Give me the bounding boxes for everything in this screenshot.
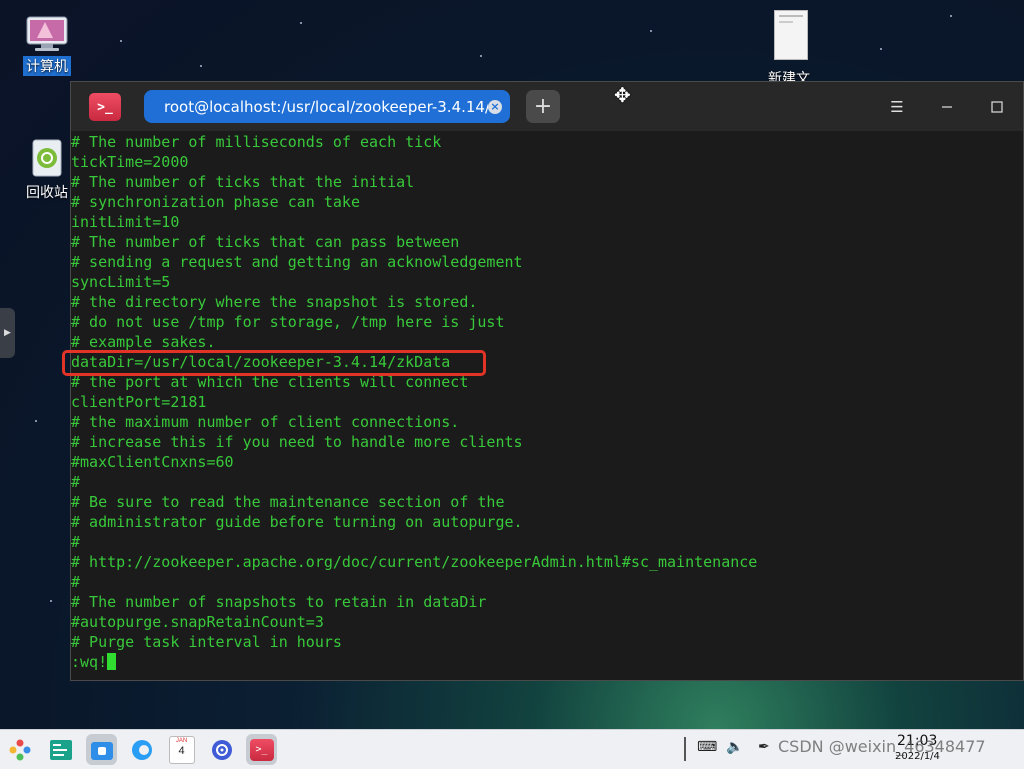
terminal-window[interactable]: >_ root@localhost:/usr/local/zookeeper-3… (70, 81, 1024, 681)
multitask-icon[interactable] (45, 734, 76, 765)
browser-icon[interactable] (126, 734, 157, 765)
recycle-bin-label: 回收站 (26, 185, 68, 201)
terminal-output[interactable]: # The number of milliseconds of each tic… (71, 131, 1023, 680)
terminal-line: # The number of snapshots to retain in d… (71, 592, 1023, 612)
terminal-line: clientPort=2181 (71, 392, 1023, 412)
star (300, 22, 302, 24)
tab-title: root@localhost:/usr/local/zookeeper-3.4.… (164, 97, 488, 116)
keyboard-icon[interactable]: ⌨ (697, 739, 717, 755)
terminal-line-text: # (71, 533, 81, 551)
terminal-line-text: # (71, 473, 81, 491)
terminal-line: # example sakes. (71, 332, 1023, 352)
terminal-line-text: # administrator guide before turning on … (71, 513, 523, 531)
terminal-tab[interactable]: root@localhost:/usr/local/zookeeper-3.4.… (144, 90, 510, 123)
text-cursor (107, 653, 117, 670)
star (650, 30, 652, 32)
terminal-line: # sending a request and getting an ackno… (71, 252, 1023, 272)
star (35, 420, 37, 422)
terminal-line: # The number of ticks that can pass betw… (71, 232, 1023, 252)
terminal-line: # Be sure to read the maintenance sectio… (71, 492, 1023, 512)
terminal-line-text: # do not use /tmp for storage, /tmp here… (71, 313, 505, 331)
terminal-line-text: # sending a request and getting an ackno… (71, 253, 523, 271)
star (950, 15, 952, 17)
terminal-line: # (71, 532, 1023, 552)
terminal-line: :wq! (71, 652, 1023, 672)
terminal-line: # do not use /tmp for storage, /tmp here… (71, 312, 1023, 332)
calendar-day: 4 (178, 744, 185, 757)
terminal-line: # increase this if you need to handle mo… (71, 432, 1023, 452)
terminal-line-text: :wq! (71, 653, 108, 671)
computer-label: 计算机 (23, 56, 71, 76)
start-menu-icon[interactable] (4, 734, 35, 765)
new-tab-button[interactable]: + (526, 90, 560, 123)
tab-close-icon[interactable]: × (488, 100, 502, 114)
terminal-line: # the directory where the snapshot is st… (71, 292, 1023, 312)
chevron-right-icon: ▶ (4, 328, 11, 338)
terminal-taskbar-icon[interactable]: >_ (246, 734, 277, 765)
star (120, 40, 122, 42)
terminal-line-text: # The number of snapshots to retain in d… (71, 593, 487, 611)
terminal-line-text: tickTime=2000 (71, 153, 189, 171)
terminal-line-text: clientPort=2181 (71, 393, 207, 411)
terminal-line: # The number of ticks that the initial (71, 172, 1023, 192)
desktop-icon-recycle-bin[interactable]: 回收站 (18, 136, 76, 202)
terminal-line-text: # increase this if you need to handle mo… (71, 433, 523, 451)
terminal-app-icon: >_ (89, 93, 121, 121)
terminal-line-text: # synchronization phase can take (71, 193, 360, 211)
terminal-line-text: # Purge task interval in hours (71, 633, 342, 651)
star (200, 65, 202, 67)
terminal-line: # The number of milliseconds of each tic… (71, 132, 1023, 152)
terminal-line-text: # The number of ticks that the initial (71, 173, 415, 191)
watermark: CSDN @weixin_46348477 (778, 737, 986, 756)
recycle-bin-icon (27, 136, 67, 178)
new-file-icon[interactable] (774, 10, 808, 60)
calendar-icon[interactable]: JAN 4 (166, 734, 197, 765)
taskbar-separator (684, 737, 686, 761)
terminal-line-text: #autopurge.snapRetainCount=3 (71, 613, 324, 631)
terminal-line-text: initLimit=10 (71, 213, 180, 231)
terminal-line: # synchronization phase can take (71, 192, 1023, 212)
computer-icon (25, 16, 69, 52)
minimize-button[interactable] (935, 95, 959, 119)
side-panel-toggle[interactable]: ▶ (0, 308, 15, 358)
desktop-icon-computer[interactable]: 计算机 (18, 16, 76, 76)
calendar-month: JAN (175, 737, 188, 744)
pen-icon[interactable]: ✒ (758, 739, 770, 755)
terminal-line: # (71, 472, 1023, 492)
terminal-line-text: # The number of milliseconds of each tic… (71, 133, 442, 151)
star (50, 600, 52, 602)
star (480, 55, 482, 57)
move-cursor-icon: ✥ (614, 83, 631, 107)
menu-icon[interactable]: ☰ (885, 95, 909, 119)
highlight-box (62, 350, 486, 376)
terminal-line: # (71, 572, 1023, 592)
terminal-line-text: # the maximum number of client connectio… (71, 413, 460, 431)
terminal-line-text: #maxClientCnxns=60 (71, 453, 234, 471)
terminal-line: tickTime=2000 (71, 152, 1023, 172)
terminal-line: # Purge task interval in hours (71, 632, 1023, 652)
terminal-line: #maxClientCnxns=60 (71, 452, 1023, 472)
terminal-line: # administrator guide before turning on … (71, 512, 1023, 532)
terminal-line: # http://zookeeper.apache.org/doc/curren… (71, 552, 1023, 572)
terminal-line-text: # The number of ticks that can pass betw… (71, 233, 460, 251)
terminal-line: initLimit=10 (71, 212, 1023, 232)
terminal-line-text: # Be sure to read the maintenance sectio… (71, 493, 505, 511)
terminal-line-text: # example sakes. (71, 333, 216, 351)
terminal-line-text: syncLimit=5 (71, 273, 171, 291)
terminal-line: # the maximum number of client connectio… (71, 412, 1023, 432)
terminal-line-text: # http://zookeeper.apache.org/doc/curren… (71, 553, 758, 571)
terminal-line-text: # the directory where the snapshot is st… (71, 293, 478, 311)
volume-icon[interactable]: 🔈 (726, 739, 743, 755)
file-manager-icon[interactable] (86, 734, 117, 765)
terminal-titlebar[interactable]: >_ root@localhost:/usr/local/zookeeper-3… (71, 82, 1023, 131)
terminal-line-text: # (71, 573, 81, 591)
star (880, 48, 882, 50)
maximize-button[interactable] (985, 95, 1009, 119)
settings-icon[interactable] (206, 734, 237, 765)
terminal-line: #autopurge.snapRetainCount=3 (71, 612, 1023, 632)
terminal-line: syncLimit=5 (71, 272, 1023, 292)
